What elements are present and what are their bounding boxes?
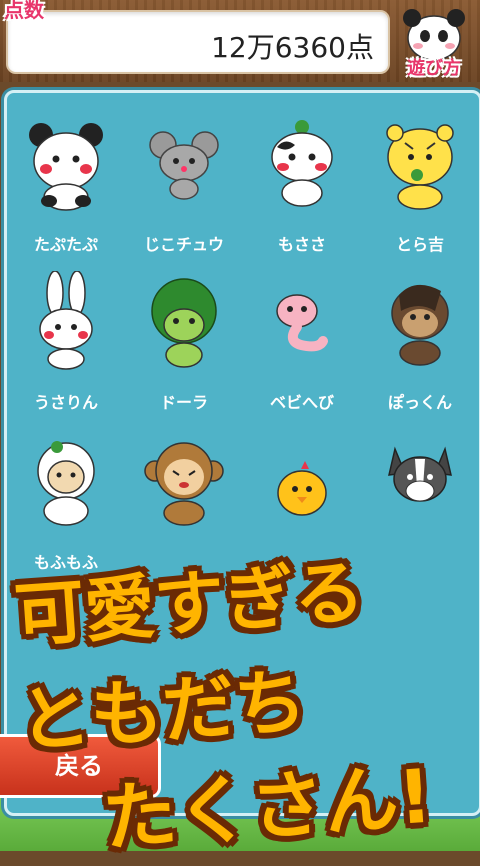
tiger-icon: [386, 124, 454, 210]
character-card[interactable]: とら吉: [361, 113, 479, 254]
character-card[interactable]: たぷたぷ: [7, 113, 125, 254]
snake-icon: [276, 294, 328, 352]
mouse-icon: [149, 131, 219, 200]
rabbit-icon: [39, 271, 93, 370]
promo-line-3: たくさん!: [99, 753, 435, 863]
character-card[interactable]: ドーラ: [125, 271, 243, 412]
character-card[interactable]: じこチュウ: [125, 113, 243, 254]
monkey-icon: [144, 442, 224, 526]
character-card[interactable]: もささ: [243, 113, 361, 254]
horse-icon: [391, 284, 449, 366]
panda-icon: [29, 123, 103, 211]
character-name: じこチュウ: [143, 235, 224, 254]
character-name: うさりん: [33, 393, 98, 412]
character-name: もささ: [277, 235, 326, 254]
dog-icon: [388, 446, 452, 502]
character-name: ぽっくん: [387, 393, 452, 412]
score-box: 12万6360点: [6, 10, 390, 74]
score-label: 点数: [4, 0, 44, 22]
how-to-play-button[interactable]: 遊び方: [392, 4, 476, 80]
character-card[interactable]: うさりん: [7, 271, 125, 412]
sheep-icon: [37, 441, 95, 526]
character-card[interactable]: ベビへび: [243, 271, 361, 412]
character-card[interactable]: ぽっくん: [361, 271, 479, 412]
score-value: 12万6360点: [211, 31, 374, 64]
character-name: ベビへび: [269, 393, 334, 412]
cow-icon: [271, 120, 333, 207]
how-to-play-label: 遊び方: [407, 58, 461, 79]
character-name: ドーラ: [159, 393, 208, 412]
character-name: たぷたぷ: [33, 235, 98, 254]
chick-icon: [277, 461, 327, 516]
character-name: とら吉: [395, 235, 444, 254]
dragon-icon: [151, 278, 217, 368]
